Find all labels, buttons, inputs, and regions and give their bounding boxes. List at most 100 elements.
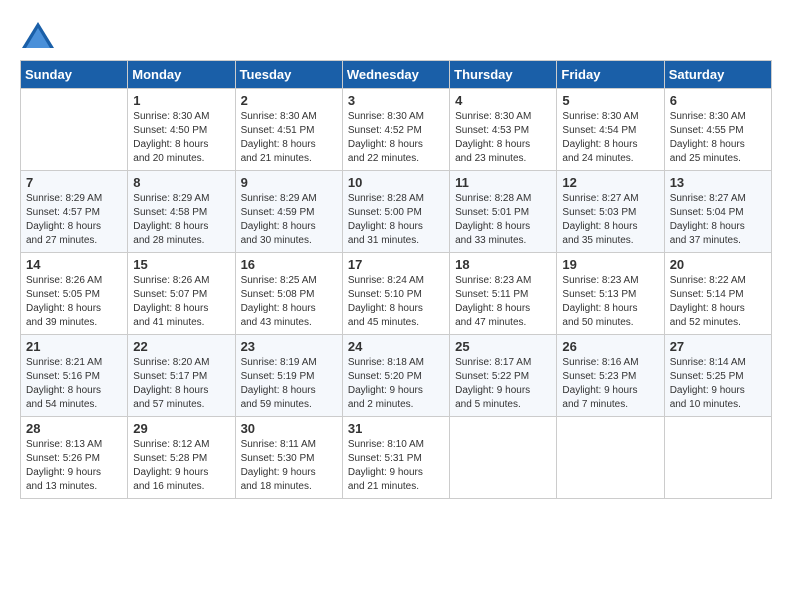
day-info: Sunrise: 8:11 AM Sunset: 5:30 PM Dayligh… [241, 438, 337, 494]
logo-icon [20, 20, 56, 50]
day-number: 26 [562, 339, 658, 354]
day-number: 4 [455, 93, 551, 108]
calendar-empty-cell [557, 417, 664, 499]
day-number: 31 [348, 421, 444, 436]
calendar-day-21: 21 Sunrise: 8:21 AM Sunset: 5:16 PM Dayli… [21, 335, 128, 417]
day-info: Sunrise: 8:30 AM Sunset: 4:53 PM Dayligh… [455, 110, 551, 166]
calendar-day-10: 10Sunrise: 8:28 AM Sunset: 5:00 PM Dayli… [342, 171, 449, 253]
calendar-day-24: 24 Sunrise: 8:18 AM Sunset: 5:20 PM Dayli… [342, 335, 449, 417]
day-number: 13 [670, 175, 766, 190]
day-info: Sunrise: 8:13 AM Sunset: 5:26 PM Dayligh… [26, 438, 122, 494]
day-info: Sunrise: 8:30 AM Sunset: 4:52 PM Dayligh… [348, 110, 444, 166]
day-info: Sunrise: 8:12 AM Sunset: 5:28 PM Dayligh… [133, 438, 229, 494]
column-header-monday: Monday [128, 61, 235, 89]
calendar-day-17: 17Sunrise: 8:24 AM Sunset: 5:10 PM Dayli… [342, 253, 449, 335]
calendar-day-29: 29 Sunrise: 8:12 AM Sunset: 5:28 PM Dayli… [128, 417, 235, 499]
day-info: Sunrise: 8:19 AM Sunset: 5:19 PM Dayligh… [241, 356, 337, 412]
day-number: 8 [133, 175, 229, 190]
day-info: Sunrise: 8:16 AM Sunset: 5:23 PM Dayligh… [562, 356, 658, 412]
day-info: Sunrise: 8:20 AM Sunset: 5:17 PM Dayligh… [133, 356, 229, 412]
calendar-day-2: 2 Sunrise: 8:30 AM Sunset: 4:51 PM Daylig… [235, 89, 342, 171]
day-number: 25 [455, 339, 551, 354]
calendar-day-18: 18 Sunrise: 8:23 AM Sunset: 5:11 PM Dayli… [450, 253, 557, 335]
day-number: 28 [26, 421, 122, 436]
column-header-thursday: Thursday [450, 61, 557, 89]
calendar-day-5: 5 Sunrise: 8:30 AM Sunset: 4:54 PM Daylig… [557, 89, 664, 171]
calendar-day-28: 28 Sunrise: 8:13 AM Sunset: 5:26 PM Dayli… [21, 417, 128, 499]
day-number: 5 [562, 93, 658, 108]
calendar-day-4: 4 Sunrise: 8:30 AM Sunset: 4:53 PM Daylig… [450, 89, 557, 171]
day-info: Sunrise: 8:30 AM Sunset: 4:50 PM Dayligh… [133, 110, 229, 166]
calendar-day-14: 14 Sunrise: 8:26 AM Sunset: 5:05 PM Dayli… [21, 253, 128, 335]
day-info: Sunrise: 8:18 AM Sunset: 5:20 PM Dayligh… [348, 356, 444, 412]
day-number: 12 [562, 175, 658, 190]
day-number: 23 [241, 339, 337, 354]
calendar-day-30: 30 Sunrise: 8:11 AM Sunset: 5:30 PM Dayli… [235, 417, 342, 499]
calendar-body: 1 Sunrise: 8:30 AM Sunset: 4:50 PM Daylig… [21, 89, 772, 499]
day-number: 1 [133, 93, 229, 108]
day-info: Sunrise: 8:27 AM Sunset: 5:03 PM Dayligh… [562, 192, 658, 248]
calendar-day-9: 9 Sunrise: 8:29 AM Sunset: 4:59 PM Daylig… [235, 171, 342, 253]
day-number: 19 [562, 257, 658, 272]
day-info: Sunrise: 8:26 AM Sunset: 5:07 PM Dayligh… [133, 274, 229, 330]
calendar-day-15: 15Sunrise: 8:26 AM Sunset: 5:07 PM Dayli… [128, 253, 235, 335]
day-info: Sunrise: 8:30 AM Sunset: 4:55 PM Dayligh… [670, 110, 766, 166]
day-number: 29 [133, 421, 229, 436]
calendar-day-6: 6 Sunrise: 8:30 AM Sunset: 4:55 PM Daylig… [664, 89, 771, 171]
page-header [20, 20, 772, 50]
day-info: Sunrise: 8:14 AM Sunset: 5:25 PM Dayligh… [670, 356, 766, 412]
column-header-friday: Friday [557, 61, 664, 89]
day-info: Sunrise: 8:29 AM Sunset: 4:57 PM Dayligh… [26, 192, 122, 248]
day-number: 21 [26, 339, 122, 354]
day-number: 18 [455, 257, 551, 272]
day-info: Sunrise: 8:26 AM Sunset: 5:05 PM Dayligh… [26, 274, 122, 330]
day-number: 30 [241, 421, 337, 436]
calendar-week-4: 21 Sunrise: 8:21 AM Sunset: 5:16 PM Dayli… [21, 335, 772, 417]
calendar-week-1: 1 Sunrise: 8:30 AM Sunset: 4:50 PM Daylig… [21, 89, 772, 171]
calendar-day-3: 3 Sunrise: 8:30 AM Sunset: 4:52 PM Daylig… [342, 89, 449, 171]
calendar-day-22: 22Sunrise: 8:20 AM Sunset: 5:17 PM Dayli… [128, 335, 235, 417]
day-info: Sunrise: 8:27 AM Sunset: 5:04 PM Dayligh… [670, 192, 766, 248]
day-info: Sunrise: 8:29 AM Sunset: 4:59 PM Dayligh… [241, 192, 337, 248]
calendar-empty-cell [21, 89, 128, 171]
calendar-day-12: 12 Sunrise: 8:27 AM Sunset: 5:03 PM Dayli… [557, 171, 664, 253]
calendar-empty-cell [450, 417, 557, 499]
calendar-day-16: 16 Sunrise: 8:25 AM Sunset: 5:08 PM Dayli… [235, 253, 342, 335]
calendar-day-27: 27 Sunrise: 8:14 AM Sunset: 5:25 PM Dayli… [664, 335, 771, 417]
calendar-day-23: 23 Sunrise: 8:19 AM Sunset: 5:19 PM Dayli… [235, 335, 342, 417]
calendar-day-20: 20Sunrise: 8:22 AM Sunset: 5:14 PM Dayli… [664, 253, 771, 335]
day-info: Sunrise: 8:30 AM Sunset: 4:51 PM Dayligh… [241, 110, 337, 166]
day-number: 27 [670, 339, 766, 354]
day-number: 3 [348, 93, 444, 108]
day-number: 9 [241, 175, 337, 190]
day-number: 14 [26, 257, 122, 272]
day-number: 6 [670, 93, 766, 108]
day-number: 16 [241, 257, 337, 272]
day-number: 7 [26, 175, 122, 190]
calendar-day-11: 11 Sunrise: 8:28 AM Sunset: 5:01 PM Dayli… [450, 171, 557, 253]
day-info: Sunrise: 8:10 AM Sunset: 5:31 PM Dayligh… [348, 438, 444, 494]
day-number: 2 [241, 93, 337, 108]
calendar-day-8: 8 Sunrise: 8:29 AM Sunset: 4:58 PM Daylig… [128, 171, 235, 253]
column-header-sunday: Sunday [21, 61, 128, 89]
day-info: Sunrise: 8:25 AM Sunset: 5:08 PM Dayligh… [241, 274, 337, 330]
day-number: 24 [348, 339, 444, 354]
day-number: 17 [348, 257, 444, 272]
day-number: 20 [670, 257, 766, 272]
calendar-table: SundayMondayTuesdayWednesdayThursdayFrid… [20, 60, 772, 499]
day-info: Sunrise: 8:28 AM Sunset: 5:01 PM Dayligh… [455, 192, 551, 248]
calendar-day-13: 13 Sunrise: 8:27 AM Sunset: 5:04 PM Dayli… [664, 171, 771, 253]
day-number: 11 [455, 175, 551, 190]
column-header-tuesday: Tuesday [235, 61, 342, 89]
day-info: Sunrise: 8:21 AM Sunset: 5:16 PM Dayligh… [26, 356, 122, 412]
calendar-day-26: 26 Sunrise: 8:16 AM Sunset: 5:23 PM Dayli… [557, 335, 664, 417]
column-header-wednesday: Wednesday [342, 61, 449, 89]
day-info: Sunrise: 8:23 AM Sunset: 5:11 PM Dayligh… [455, 274, 551, 330]
day-info: Sunrise: 8:28 AM Sunset: 5:00 PM Dayligh… [348, 192, 444, 248]
day-info: Sunrise: 8:29 AM Sunset: 4:58 PM Dayligh… [133, 192, 229, 248]
day-info: Sunrise: 8:30 AM Sunset: 4:54 PM Dayligh… [562, 110, 658, 166]
calendar-day-7: 7 Sunrise: 8:29 AM Sunset: 4:57 PM Daylig… [21, 171, 128, 253]
calendar-day-31: 31 Sunrise: 8:10 AM Sunset: 5:31 PM Dayli… [342, 417, 449, 499]
day-info: Sunrise: 8:23 AM Sunset: 5:13 PM Dayligh… [562, 274, 658, 330]
calendar-week-2: 7 Sunrise: 8:29 AM Sunset: 4:57 PM Daylig… [21, 171, 772, 253]
